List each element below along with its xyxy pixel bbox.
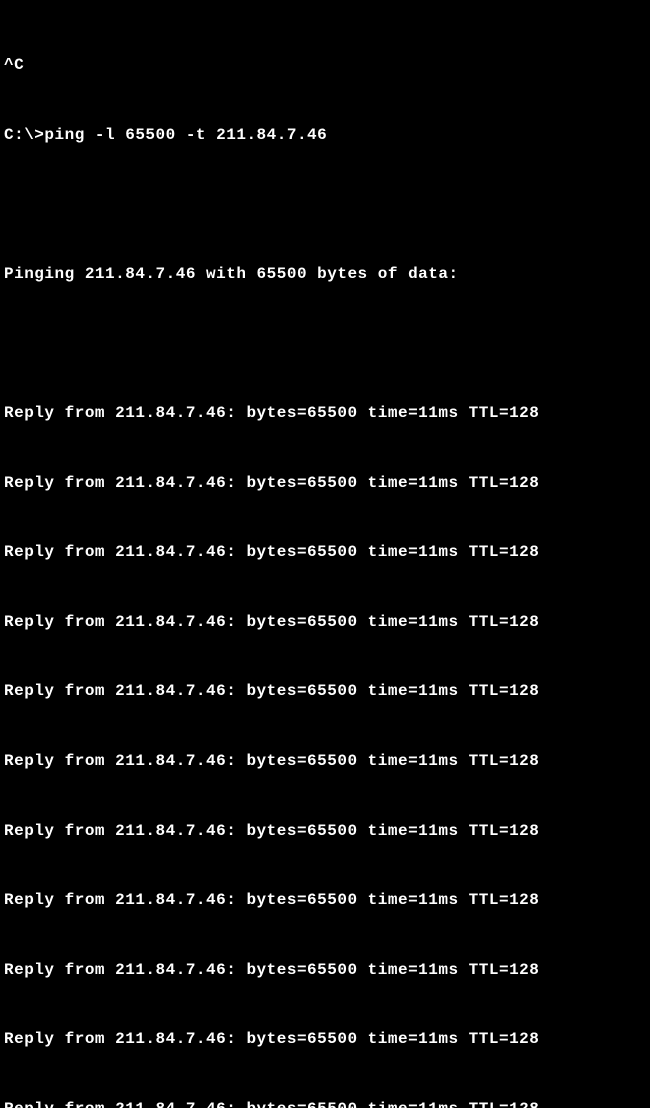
command-text: ping -l 65500 -t 211.84.7.46 (44, 126, 327, 144)
prompt: C:\> (4, 126, 44, 144)
interrupt-line: ^C (4, 54, 646, 77)
reply-line: Reply from 211.84.7.46: bytes=65500 time… (4, 959, 646, 982)
empty-line (4, 333, 646, 356)
reply-line: Reply from 211.84.7.46: bytes=65500 time… (4, 1028, 646, 1051)
reply-line: Reply from 211.84.7.46: bytes=65500 time… (4, 889, 646, 912)
reply-line: Reply from 211.84.7.46: bytes=65500 time… (4, 1098, 646, 1108)
command-line[interactable]: C:\>ping -l 65500 -t 211.84.7.46 (4, 124, 646, 147)
reply-line: Reply from 211.84.7.46: bytes=65500 time… (4, 541, 646, 564)
reply-line: Reply from 211.84.7.46: bytes=65500 time… (4, 472, 646, 495)
reply-line: Reply from 211.84.7.46: bytes=65500 time… (4, 750, 646, 773)
reply-line: Reply from 211.84.7.46: bytes=65500 time… (4, 611, 646, 634)
reply-line: Reply from 211.84.7.46: bytes=65500 time… (4, 680, 646, 703)
empty-line (4, 194, 646, 217)
reply-line: Reply from 211.84.7.46: bytes=65500 time… (4, 820, 646, 843)
ping-header: Pinging 211.84.7.46 with 65500 bytes of … (4, 263, 646, 286)
terminal-output: ^C C:\>ping -l 65500 -t 211.84.7.46 Ping… (4, 8, 646, 1108)
reply-line: Reply from 211.84.7.46: bytes=65500 time… (4, 402, 646, 425)
